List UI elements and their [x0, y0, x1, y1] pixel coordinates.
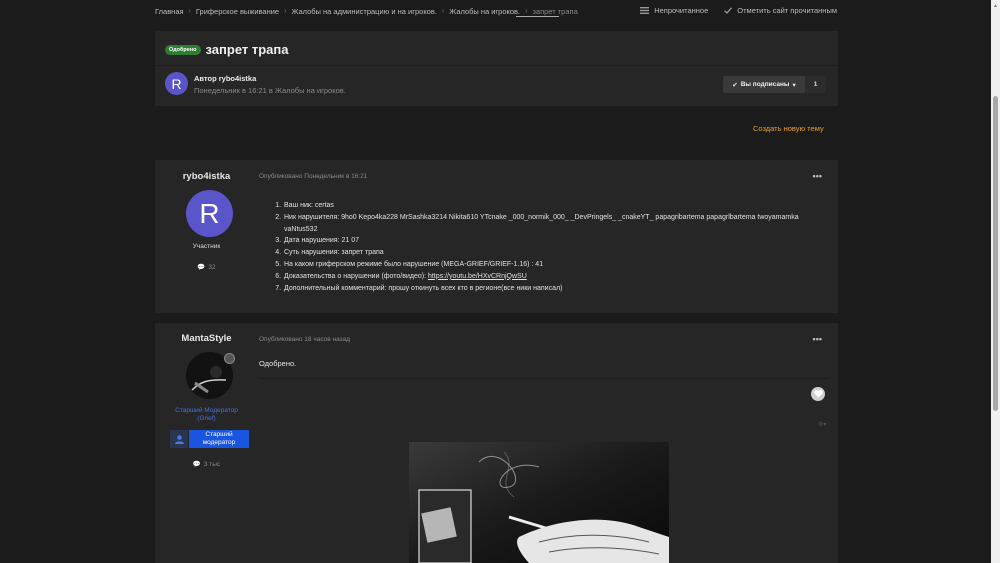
post-date[interactable]: Опубликовано 18 часов назад	[259, 336, 350, 343]
list-item: Доказательства о нарушении (фото/видео):…	[283, 271, 823, 283]
list-item: Ник нарушителя: 9ho0 Kepo4ka228 MrSashka…	[283, 212, 823, 236]
user-group-icon	[170, 430, 188, 448]
list-icon	[640, 7, 650, 14]
list-item: Дополнительный комментарий: прошу откину…	[283, 283, 823, 295]
gear-icon[interactable]: ⚙▾	[818, 421, 826, 428]
breadcrumb-forum[interactable]: Жалобы на игроков.	[449, 7, 520, 16]
breadcrumb-section[interactable]: Гриферское выживание	[196, 7, 279, 16]
author-avatar[interactable]: R	[165, 72, 188, 95]
chevron-right-icon: ›	[441, 7, 445, 15]
page-title: запрет трапа	[205, 42, 289, 57]
check-icon: ✔	[732, 81, 738, 89]
list-item: Ваш ник: certas	[283, 200, 823, 212]
breadcrumb-current: запрет трапа	[532, 6, 578, 16]
chevron-right-icon: ›	[188, 7, 191, 15]
breadcrumb: Главная › Гриферское выживание › Жалобы …	[155, 6, 578, 16]
breadcrumb-category[interactable]: Жалобы на администрацию и на игроков.	[291, 7, 436, 16]
comment-icon: 💬	[197, 264, 206, 271]
heart-icon[interactable]	[811, 387, 825, 401]
mark-read-link[interactable]: Отметить сайт прочитанным	[724, 6, 837, 15]
post-username[interactable]: MantaStyle	[155, 333, 258, 344]
caret-down-icon: ▾	[792, 81, 796, 89]
group-label-line1: Старший	[205, 431, 233, 438]
scrollbar-thumb[interactable]	[993, 96, 998, 411]
unread-label: Непрочитанное	[654, 6, 709, 15]
create-topic-link[interactable]: Создать новую тему	[753, 124, 824, 133]
approved-badge: Одобрено	[165, 44, 201, 55]
follow-label: Вы подписаны	[740, 81, 790, 88]
post-username[interactable]: rybo4istka	[155, 171, 258, 182]
post-count-value: 32	[208, 263, 216, 271]
list-item: На каком гриферском режиме было нарушени…	[283, 259, 823, 271]
mark-read-label: Отметить сайт прочитанным	[737, 6, 837, 15]
follow-count[interactable]: 1	[805, 76, 826, 93]
signature-artwork	[409, 442, 669, 563]
chevron-right-icon: ›	[284, 7, 287, 15]
topic-author[interactable]: Автор rybo4istka	[194, 74, 256, 83]
group-label-line2: модератор	[202, 439, 236, 446]
comment-icon: 💬	[192, 461, 201, 468]
breadcrumb-home[interactable]: Главная	[155, 7, 184, 16]
user-role-line2: (Grief)	[197, 415, 216, 422]
evidence-link[interactable]: https://youtu.be/HXvCRnjQwSU	[428, 273, 527, 280]
post-content: Ваш ник: certas Ник нарушителя: 9ho0 Kep…	[271, 200, 823, 294]
topic-meta: Понедельник в 16:21 в Жалобы на игроков.	[194, 86, 346, 95]
chevron-right-icon: ›	[525, 7, 528, 15]
post-menu-icon[interactable]: •••	[813, 334, 822, 344]
post-count: 💬 32	[155, 263, 258, 272]
post-text: Одобрено.	[259, 359, 297, 368]
post-rybo4istka: rybo4istka R Участник 💬 32 Опубликовано …	[155, 160, 838, 313]
post-count-value: 3 тыс	[203, 460, 221, 468]
check-icon	[724, 7, 733, 14]
signature-image	[409, 442, 669, 563]
scroll-up-icon[interactable]: ▲	[993, 3, 998, 9]
post-mantastyle: MantaStyle Старший Модератор (Grief) Ста…	[155, 323, 838, 563]
post-divider	[259, 378, 829, 379]
post-date[interactable]: Опубликовано Понедельник в 16:21	[259, 173, 367, 180]
group-label: Старший модератор	[189, 430, 249, 448]
user-role: Старший Модератор (Grief)	[155, 407, 258, 423]
topic-title-row: Одобрено запрет трапа	[165, 42, 288, 57]
header-divider	[155, 65, 838, 66]
breadcrumb-actions: Непрочитанное Отметить сайт прочитанным	[640, 6, 837, 15]
post-count: 💬 3 тыс	[155, 460, 258, 469]
user-role-line1: Старший Модератор	[175, 407, 238, 414]
post-avatar[interactable]: R	[186, 190, 233, 237]
unread-link[interactable]: Непрочитанное	[640, 6, 708, 15]
user-role: Участник	[192, 243, 221, 250]
evidence-label: Доказательства о нарушении (фото/видео):	[284, 272, 428, 280]
post-menu-icon[interactable]: •••	[813, 171, 822, 181]
list-item: Дата нарушения: 21 07	[283, 235, 823, 247]
moderator-badge-icon	[224, 353, 235, 364]
follow-button[interactable]: ✔ Вы подписаны ▾	[723, 76, 805, 93]
breadcrumb-underline	[516, 16, 559, 17]
list-item: Суть нарушения: запрет трапа	[283, 247, 823, 259]
